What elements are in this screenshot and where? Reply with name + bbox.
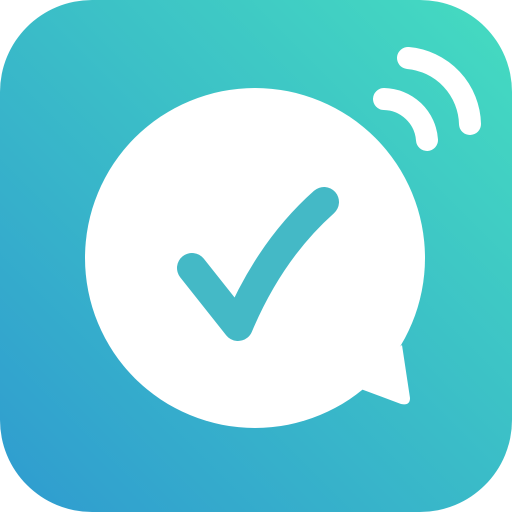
speech-bubble-icon <box>85 88 425 428</box>
app-icon-graphic <box>0 0 512 512</box>
app-icon[interactable] <box>0 0 512 512</box>
